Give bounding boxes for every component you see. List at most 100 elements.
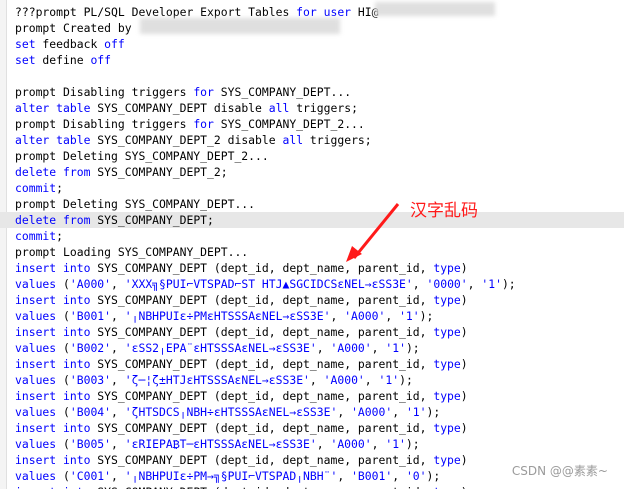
code-line[interactable]: prompt Deleting SYS_COMPANY_DEPT... (0, 196, 624, 212)
string-token: '╷NBHPUIε÷PM→╗§PUI⌐VTSPAD╷NBH¨' (124, 469, 338, 483)
code-line[interactable]: prompt Disabling triggers for SYS_COMPAN… (0, 84, 624, 100)
keyword-token: for (193, 117, 214, 131)
keyword-token: type (433, 485, 460, 489)
text-token: SYS_COMPANY_DEPT (dept_id, dept_name, pa… (90, 421, 434, 435)
text-token: SYS_COMPANY_DEPT (dept_id, dept_name, pa… (90, 357, 434, 371)
code-line[interactable]: delete from SYS_COMPANY_DEPT; (0, 212, 624, 228)
string-token: '1' (378, 373, 400, 387)
code-line[interactable]: alter table SYS_COMPANY_DEPT_2 disable a… (0, 132, 624, 148)
keyword-token: type (433, 261, 461, 275)
text-token: SYS_COMPANY_DEPT disable (90, 101, 269, 115)
code-line[interactable]: commit; (0, 228, 624, 244)
text-token: ); (405, 437, 420, 451)
keyword-token: into (63, 485, 90, 489)
code-line[interactable]: delete from SYS_COMPANY_DEPT_2; (0, 164, 624, 180)
keyword-token: values (15, 405, 57, 419)
keyword-token: insert (15, 357, 57, 371)
string-token: 'B004' (69, 405, 112, 419)
text-token: SYS_COMPANY_DEPT_2... (213, 117, 365, 131)
text-token: ???prompt PL/SQL Developer Export Tables (15, 5, 297, 19)
keyword-token: type (433, 453, 461, 467)
text-token: , (111, 341, 125, 355)
keyword-token: all (282, 133, 304, 147)
keyword-token: from (63, 213, 91, 227)
string-token: 'A000' (344, 309, 386, 323)
keyword-token: into (63, 261, 91, 275)
keyword-token: type (433, 357, 461, 371)
string-token: 'A000' (323, 373, 365, 387)
code-line[interactable]: alter table SYS_COMPANY_DEPT disable all… (0, 100, 624, 116)
text-token: SYS_COMPANY_DEPT (dept_id, dept_name, pa… (90, 485, 433, 489)
string-token: '1' (385, 437, 406, 451)
code-line[interactable]: insert into SYS_COMPANY_DEPT (dept_id, d… (0, 356, 624, 372)
text-token: ) (460, 453, 468, 467)
code-line[interactable]: prompt Disabling triggers for SYS_COMPAN… (0, 116, 624, 132)
keyword-token: insert (15, 325, 57, 339)
text-token: SYS_COMPANY_DEPT (dept_id, dept_name, pa… (90, 389, 434, 403)
string-token: 'C001' (69, 469, 112, 483)
text-token: ) (460, 325, 468, 339)
string-token: '1' (405, 405, 427, 419)
text-token: ( (56, 437, 70, 451)
string-token: '0' (405, 469, 427, 483)
keyword-token: commit (15, 229, 57, 243)
text-token: ( (56, 341, 70, 355)
keyword-token: off (104, 37, 125, 51)
text-token: , (111, 309, 125, 323)
code-line[interactable]: values ('B003', 'ζ─¦ζ±HTJεHTSSSAεNEL→εSS… (0, 372, 624, 388)
keyword-token: insert (15, 293, 57, 307)
code-line[interactable]: set feedback off (0, 36, 624, 52)
text-token: , (337, 405, 352, 419)
keyword-token: from (63, 165, 91, 179)
keyword-token: values (15, 309, 57, 323)
text-token: prompt Disabling triggers (15, 85, 194, 99)
text-token: SYS_COMPANY_DEPT_2 disable (90, 133, 283, 147)
text-token: SYS_COMPANY_DEPT... (213, 85, 352, 99)
code-line[interactable]: insert into SYS_COMPANY_DEPT (dept_id, d… (0, 260, 624, 276)
keyword-token: into (63, 453, 91, 467)
text-token: , (392, 469, 406, 483)
code-line[interactable]: values ('B005', 'εRIEPA₿T─εHTSSSAεNEL→εS… (0, 436, 624, 452)
text-token: , (316, 437, 331, 451)
code-line[interactable]: insert into SYS_COMPANY_DEPT (dept_id, d… (0, 388, 624, 404)
code-line[interactable]: prompt Deleting SYS_COMPANY_DEPT_2... (0, 148, 624, 164)
text-token: ) (461, 485, 468, 489)
text-token: prompt Created by (15, 21, 132, 35)
string-token: 'ζ─¦ζ±HTJεHTSSSAεNEL→εSS3E' (124, 373, 310, 387)
watermark: CSDN @@素素~ (511, 464, 608, 478)
code-editor[interactable]: ???prompt PL/SQL Developer Export Tables… (0, 0, 624, 489)
code-line[interactable]: commit; (0, 180, 624, 196)
code-line[interactable]: insert into SYS_COMPANY_DEPT (dept_id, d… (0, 484, 624, 489)
annotation-arrow-icon (346, 203, 400, 262)
string-token: '1' (399, 309, 420, 323)
code-line[interactable]: values ('B004', 'ζHTSDCS╷NBH÷εHTSSSAεNEL… (0, 404, 624, 420)
keyword-token: table (56, 101, 91, 115)
keyword-token: type (433, 293, 461, 307)
string-token: 'B005' (69, 437, 112, 451)
keyword-token: insert (15, 453, 57, 467)
code-line[interactable]: insert into SYS_COMPANY_DEPT (dept_id, d… (0, 324, 624, 340)
text-token: , (309, 373, 324, 387)
code-line[interactable]: values ('A000', 'XXX╗§PUI⌐VTSPAD⌐ST HTJ▲… (0, 276, 624, 292)
keyword-token: insert (15, 421, 57, 435)
text-token: , (371, 341, 386, 355)
keyword-token: into (63, 389, 91, 403)
keyword-token: values (15, 437, 57, 451)
code-line[interactable]: set define off (0, 52, 624, 68)
text-token: ); (419, 309, 434, 323)
text-token: ) (460, 357, 468, 371)
code-line[interactable]: values ('B001', '╷NBHPUIε÷PMεHTSSSAεNEL→… (0, 308, 624, 324)
keyword-token: values (15, 469, 57, 483)
keyword-token: all (268, 101, 290, 115)
code-line[interactable]: insert into SYS_COMPANY_DEPT (dept_id, d… (0, 420, 624, 436)
text-token: ; (56, 229, 64, 243)
code-line[interactable]: values ('B002', 'εSS2╷EPA¨εHTSSSAεNEL→εS… (0, 340, 624, 356)
string-token: 'A000' (330, 341, 372, 355)
code-line[interactable]: insert into SYS_COMPANY_DEPT (dept_id, d… (0, 292, 624, 308)
code-line[interactable] (0, 68, 624, 84)
code-line[interactable]: prompt Loading SYS_COMPANY_DEPT... (0, 244, 624, 260)
keyword-token: delete (15, 213, 57, 227)
